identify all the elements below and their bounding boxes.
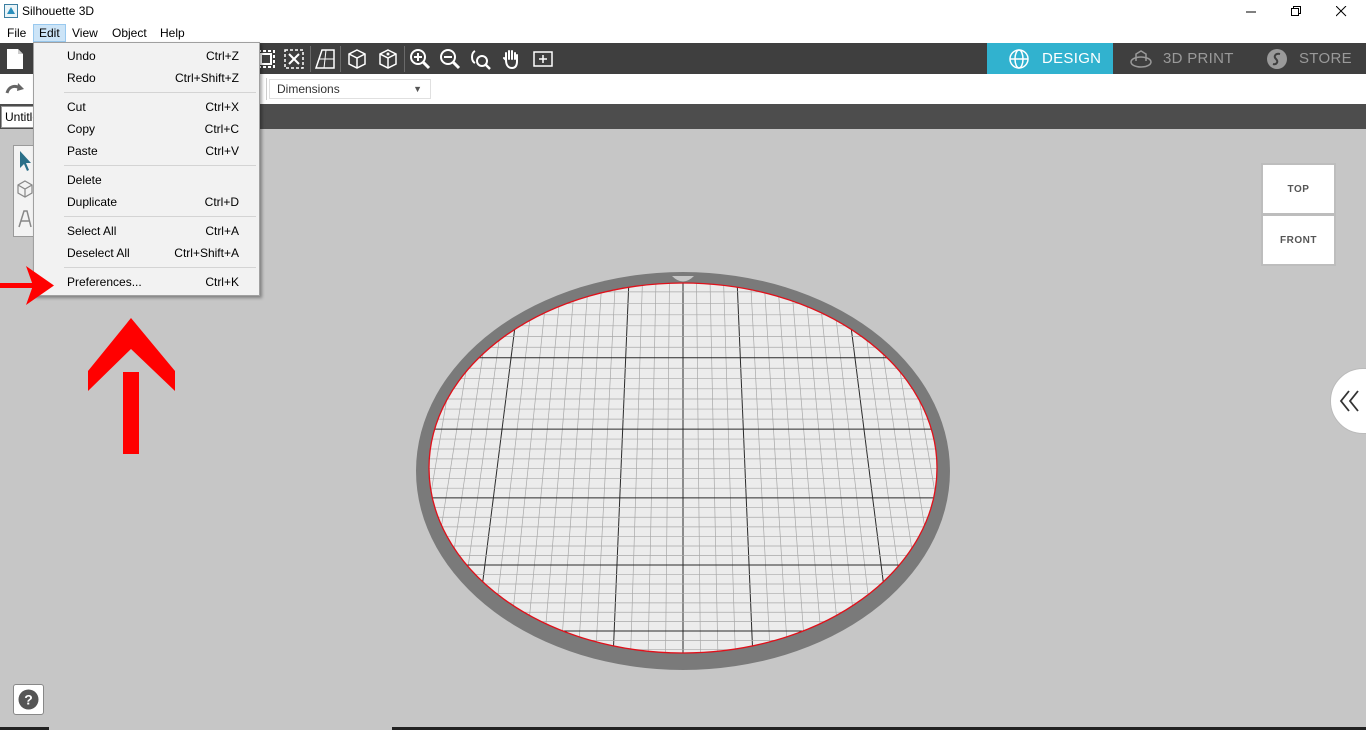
left-tool-panel — [13, 145, 35, 237]
toolbar-separator — [340, 46, 341, 72]
window-title: Silhouette 3D — [22, 4, 95, 18]
restore-button[interactable] — [1273, 0, 1319, 22]
new-document-icon[interactable] — [3, 47, 27, 71]
cube-solid-icon[interactable] — [376, 47, 400, 71]
menu-item-duplicate[interactable]: Duplicate Ctrl+D — [34, 191, 259, 213]
dimensions-dropdown[interactable]: Dimensions ▼ — [269, 79, 431, 99]
menu-separator — [64, 92, 256, 93]
toolbar-separator — [310, 46, 311, 72]
close-button[interactable] — [1318, 0, 1364, 22]
menu-bar: File Edit View Object Help — [0, 22, 1366, 43]
menu-help[interactable]: Help — [155, 24, 190, 42]
ungroup-icon[interactable] — [282, 47, 306, 71]
menu-view[interactable]: View — [67, 24, 103, 42]
perspective-icon[interactable] — [313, 47, 337, 71]
minimize-icon — [1245, 11, 1256, 12]
menu-item-label: Duplicate — [67, 195, 118, 209]
close-icon — [1335, 5, 1346, 16]
double-chevron-left-icon — [1339, 390, 1359, 412]
menu-item-shortcut: Ctrl+A — [205, 224, 239, 238]
select-arrow-icon[interactable] — [18, 150, 32, 172]
toolbar-separator — [404, 46, 405, 72]
menu-item-preferences[interactable]: Preferences... Ctrl+K — [34, 271, 259, 293]
box-shape-icon[interactable] — [17, 180, 33, 198]
menu-item-label: Select All — [67, 224, 117, 238]
menu-item-label: Paste — [67, 144, 98, 158]
view-cube-top[interactable]: TOP — [1261, 163, 1336, 215]
document-tab[interactable]: Untitled — [1, 106, 37, 128]
menu-item-redo[interactable]: Redo Ctrl+Shift+Z — [34, 67, 259, 89]
menu-object[interactable]: Object — [107, 24, 152, 42]
zoom-out-icon[interactable] — [438, 47, 462, 71]
tab-design-label: DESIGN — [1042, 50, 1102, 67]
edit-dropdown-menu: Undo Ctrl+Z Redo Ctrl+Shift+Z Cut Ctrl+X Copy C… — [33, 42, 260, 296]
menu-separator — [64, 165, 256, 166]
help-icon: ? — [18, 689, 39, 710]
menu-separator — [64, 267, 256, 268]
menu-item-label: Cut — [67, 100, 86, 114]
view-cube-front[interactable]: FRONT — [1261, 214, 1336, 266]
view-cube: TOP FRONT — [1261, 163, 1336, 266]
menu-separator — [64, 216, 256, 217]
menu-item-delete[interactable]: Delete — [34, 169, 259, 191]
menu-item-shortcut: Ctrl+K — [205, 275, 239, 289]
text-tool-icon[interactable] — [18, 210, 32, 228]
menu-item-shortcut: Ctrl+Shift+Z — [174, 71, 239, 85]
menu-item-shortcut: Ctrl+Shift+A — [174, 246, 239, 260]
tab-design[interactable]: DESIGN — [987, 43, 1113, 74]
menu-item-deselect-all[interactable]: Deselect All Ctrl+Shift+A — [34, 242, 259, 264]
dimensions-label: Dimensions — [277, 82, 340, 96]
pan-hand-icon[interactable] — [499, 47, 523, 71]
menu-item-shortcut: Ctrl+Z — [206, 49, 239, 63]
menu-item-paste[interactable]: Paste Ctrl+V — [34, 140, 259, 162]
tab-3d-print-label: 3D PRINT — [1163, 50, 1234, 67]
tab-store[interactable]: STORE — [1246, 43, 1366, 74]
menu-edit[interactable]: Edit — [33, 24, 66, 42]
menu-item-label: Redo — [67, 71, 96, 85]
menu-item-shortcut: Ctrl+D — [204, 195, 239, 209]
cube-outline-icon[interactable] — [345, 47, 369, 71]
app-icon — [4, 4, 18, 18]
tab-3d-print[interactable]: 3D PRINT — [1113, 43, 1246, 74]
globe-icon — [1009, 48, 1029, 69]
menu-item-shortcut: Ctrl+C — [204, 122, 239, 136]
menu-item-shortcut: Ctrl+X — [205, 100, 239, 114]
help-button[interactable]: ? — [13, 684, 44, 715]
redo-arrow-icon[interactable] — [5, 81, 25, 97]
title-bar: Silhouette 3D — [0, 0, 1366, 22]
menu-item-label: Preferences... — [67, 275, 142, 289]
menu-item-cut[interactable]: Cut Ctrl+X — [34, 96, 259, 118]
menu-item-label: Copy — [67, 122, 96, 136]
zoom-in-icon[interactable] — [408, 47, 432, 71]
menu-file[interactable]: File — [2, 24, 31, 42]
print-bed-icon — [1130, 49, 1152, 68]
menu-item-shortcut: Ctrl+V — [205, 144, 239, 158]
tab-store-label: STORE — [1299, 50, 1352, 67]
menu-item-copy[interactable]: Copy Ctrl+C — [34, 118, 259, 140]
menu-item-undo[interactable]: Undo Ctrl+Z — [34, 45, 259, 67]
menu-item-label: Deselect All — [67, 246, 130, 260]
options-separator — [266, 78, 267, 100]
menu-item-select-all[interactable]: Select All Ctrl+A — [34, 220, 259, 242]
svg-text:?: ? — [24, 692, 33, 708]
zoom-fit-icon[interactable] — [468, 47, 492, 71]
store-logo-icon — [1267, 48, 1287, 69]
menu-item-label: Undo — [67, 49, 96, 63]
dropdown-arrow-icon: ▼ — [413, 84, 422, 94]
build-plate-grid — [429, 283, 937, 653]
menu-item-label: Delete — [67, 173, 102, 187]
add-box-icon[interactable] — [531, 47, 555, 71]
minimize-button[interactable] — [1228, 0, 1274, 22]
restore-icon — [1290, 5, 1301, 16]
